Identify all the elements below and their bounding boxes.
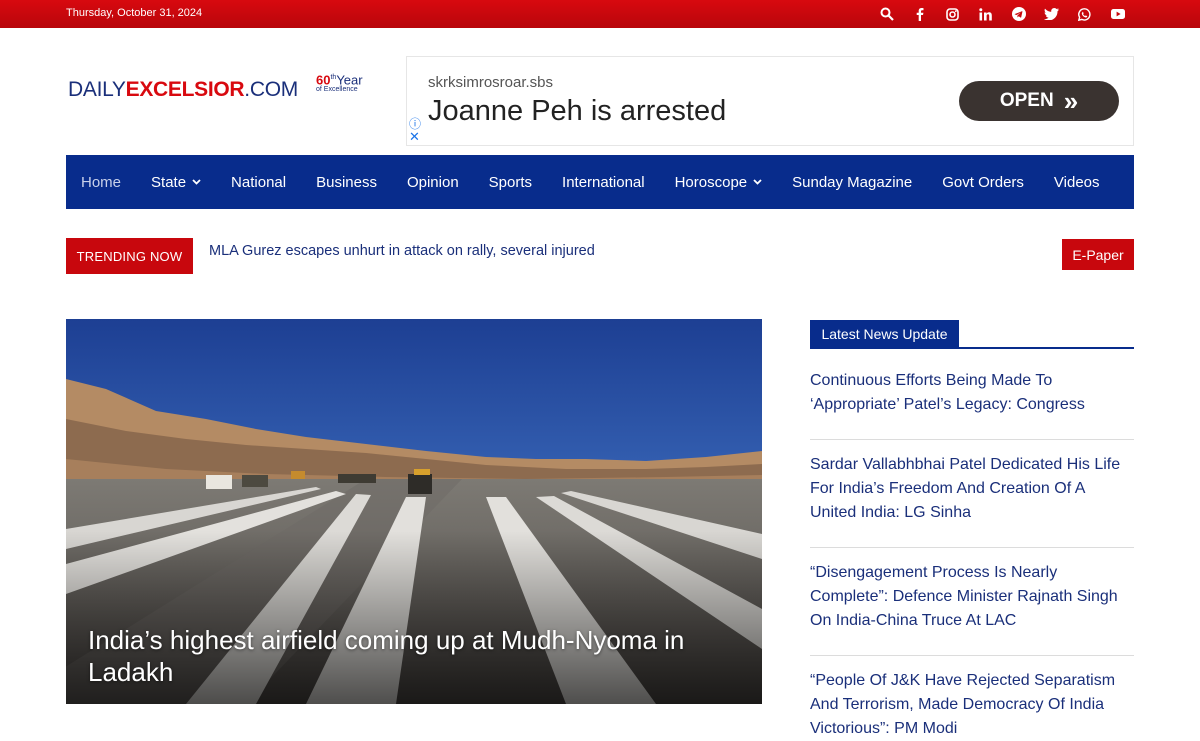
epaper-button[interactable]: E-Paper	[1062, 239, 1134, 270]
nav-item-label: Horoscope	[674, 173, 748, 191]
news-separator	[810, 655, 1134, 656]
hero-article[interactable]: India’s highest airfield coming up at Mu…	[66, 319, 762, 704]
logo-wordmark: DAILYEXCELSIOR.COM	[68, 78, 298, 101]
site-logo[interactable]: DAILYEXCELSIOR.COM 60thYear of Excellenc…	[68, 72, 368, 104]
nav-item-label: Govt Orders	[942, 173, 1024, 191]
nav-item-label: National	[231, 173, 287, 191]
nav-item-opinion[interactable]: Opinion	[407, 174, 459, 191]
nav-item-videos[interactable]: Videos	[1054, 174, 1100, 191]
news-separator	[810, 439, 1134, 440]
top-bar: Thursday, October 31, 2024	[0, 0, 1200, 28]
ad-headline: Joanne Peh is arrested	[428, 95, 727, 127]
nav-item-label: Sunday Magazine	[792, 173, 913, 191]
ad-open-button[interactable]: OPEN»	[959, 81, 1119, 121]
current-date: Thursday, October 31, 2024	[66, 7, 203, 19]
news-item[interactable]: “People Of J&K Have Rejected Separatism …	[810, 669, 1134, 741]
facebook-icon[interactable]	[903, 0, 936, 28]
nav-item-sports[interactable]: Sports	[489, 174, 532, 191]
linkedin-icon[interactable]	[969, 0, 1002, 28]
twitter-icon[interactable]	[1035, 0, 1068, 28]
news-item[interactable]: Continuous Efforts Being Made To ‘Approp…	[810, 369, 1134, 417]
search-icon[interactable]	[870, 0, 903, 28]
sidebar-divider	[810, 347, 1134, 349]
chevron-down-icon	[753, 177, 762, 187]
ad-close-icon[interactable]: ✕	[409, 129, 420, 145]
nav-item-label: International	[562, 173, 645, 191]
hero-caption: India’s highest airfield coming up at Mu…	[88, 625, 685, 687]
double-chevron-icon: »	[1063, 86, 1079, 116]
telegram-icon[interactable]	[1002, 0, 1035, 28]
nav-item-home[interactable]: Home	[81, 174, 121, 191]
chevron-down-icon	[192, 177, 201, 187]
nav-item-horoscope[interactable]: Horoscope	[675, 174, 763, 191]
nav-item-sunday-magazine[interactable]: Sunday Magazine	[792, 174, 912, 191]
logo-tagline: of Excellence	[316, 86, 358, 93]
nav-item-state[interactable]: State	[151, 174, 201, 191]
youtube-icon[interactable]	[1101, 0, 1134, 28]
news-separator	[810, 547, 1134, 548]
nav-item-label: Home	[81, 173, 122, 191]
nav-item-label: Business	[316, 173, 377, 191]
trending-headline[interactable]: MLA Gurez escapes unhurt in attack on ra…	[209, 243, 595, 259]
nav-item-international[interactable]: International	[562, 174, 645, 191]
sidebar-title: Latest News Update	[810, 320, 959, 348]
ad-site-url: skrksimrosroar.sbs	[428, 74, 554, 91]
social-links	[870, 0, 1134, 28]
instagram-icon[interactable]	[936, 0, 969, 28]
nav-item-label: Opinion	[406, 173, 459, 191]
whatsapp-icon[interactable]	[1068, 0, 1101, 28]
trending-badge: TRENDING NOW	[66, 238, 193, 274]
nav-item-national[interactable]: National	[231, 174, 286, 191]
nav-item-label: Videos	[1053, 173, 1100, 191]
nav-item-govt-orders[interactable]: Govt Orders	[942, 174, 1024, 191]
nav-item-label: State	[151, 173, 187, 191]
advertisement-banner[interactable]: skrksimrosroar.sbs Joanne Peh is arreste…	[406, 56, 1134, 146]
nav-item-label: Sports	[488, 173, 533, 191]
news-item[interactable]: Sardar Vallabhbhai Patel Dedicated His L…	[810, 453, 1134, 525]
nav-item-business[interactable]: Business	[316, 174, 377, 191]
main-nav: Home State National Business Opinion Sports In…	[66, 155, 1134, 209]
news-item[interactable]: “Disengagement Process Is Nearly Complet…	[810, 561, 1134, 633]
logo-badge: 60thYear	[316, 72, 363, 88]
